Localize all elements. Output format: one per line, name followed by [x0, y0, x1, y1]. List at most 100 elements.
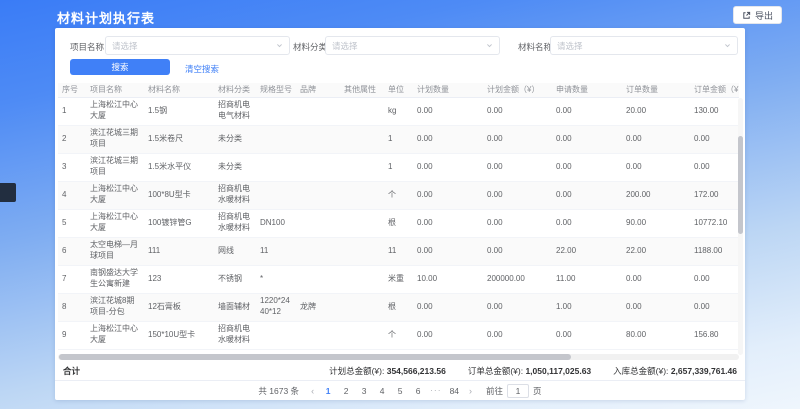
column-header: 订单数量	[622, 83, 690, 97]
table-cell: 上海松江中心大厦	[86, 321, 144, 349]
table-cell	[340, 321, 384, 349]
table-cell: DN100	[256, 209, 296, 237]
table-cell: 个	[384, 181, 413, 209]
column-header: 计划金额（¥）	[483, 83, 552, 97]
material-select[interactable]: 请选择	[550, 36, 738, 55]
page-jump-input[interactable]	[507, 384, 529, 398]
table-cell	[340, 265, 384, 293]
table-cell	[296, 237, 340, 265]
table-cell: 80.00	[622, 321, 690, 349]
export-button[interactable]: 导出	[733, 6, 782, 24]
page-number-1[interactable]: 1	[322, 385, 334, 397]
prev-page-icon[interactable]: ‹	[309, 386, 316, 396]
vertical-scrollbar-track[interactable]	[738, 98, 743, 355]
table-cell: 5	[58, 209, 86, 237]
table-cell: 0.00	[483, 209, 552, 237]
table-cell: 未分类	[214, 125, 256, 153]
table-cell	[256, 153, 296, 181]
table-cell: 1188.00	[690, 237, 739, 265]
page-number-5[interactable]: 5	[394, 385, 406, 397]
table-cell: 根	[384, 209, 413, 237]
order-total: 订单总金额(¥): 1,050,117,025.63	[468, 365, 591, 377]
table-cell: 8	[58, 293, 86, 321]
table-cell: 172.00	[690, 181, 739, 209]
summary-label: 合计	[63, 365, 80, 377]
table-cell: 不锈钢	[214, 265, 256, 293]
table-cell	[340, 153, 384, 181]
table-cell: 招商机电电气材料	[214, 97, 256, 125]
table-cell: 龙牌	[296, 293, 340, 321]
column-header: 材料分类	[214, 83, 256, 97]
table-cell	[340, 237, 384, 265]
inbound-total: 入库总金额(¥): 2,657,339,761.46	[613, 365, 737, 377]
filter-bar: 项目名称 请选择 材料分类 请选择 材料名称 请选择	[55, 36, 745, 56]
table-cell: 0.00	[552, 209, 622, 237]
jump-prefix-label: 前往	[486, 385, 503, 397]
category-select[interactable]: 请选择	[325, 36, 500, 55]
project-select[interactable]: 请选择	[105, 36, 290, 55]
page-ellipsis: ···	[430, 385, 442, 397]
table-row: 9上海松江中心大厦150*10U型卡招商机电水暖材料个0.000.000.008…	[58, 321, 739, 349]
column-header: 材料名称	[144, 83, 214, 97]
table-row: 1上海松江中心大厦1.5钢招商机电电气材料kg0.000.000.0020.00…	[58, 97, 739, 125]
table-cell	[296, 125, 340, 153]
clear-search-link[interactable]: 清空搜索	[185, 63, 219, 75]
table-row: 5上海松江中心大厦100镀锌管G招商机电水暖材料DN100根0.000.000.…	[58, 209, 739, 237]
page-number-2[interactable]: 2	[340, 385, 352, 397]
page-number-6[interactable]: 6	[412, 385, 424, 397]
table-cell	[296, 265, 340, 293]
table-cell: 11.00	[552, 265, 622, 293]
search-button[interactable]: 搜索	[70, 59, 170, 75]
table-cell: 6	[58, 237, 86, 265]
table-row: 7南钢盛达大学生公寓新建123不锈钢*米重10.00200000.0011.00…	[58, 265, 739, 293]
page-number-3[interactable]: 3	[358, 385, 370, 397]
vertical-scrollbar-thumb[interactable]	[738, 136, 743, 234]
table-cell: *	[256, 265, 296, 293]
table-cell: 0.00	[483, 97, 552, 125]
table-cell: 0.00	[413, 97, 483, 125]
table-cell: 0.00	[413, 181, 483, 209]
table-header-row: 序号项目名称材料名称材料分类规格型号品牌其他属性单位计划数量计划金额（¥）申请数…	[58, 83, 739, 97]
column-header: 计划数量	[413, 83, 483, 97]
chevron-down-icon	[724, 42, 731, 49]
table-cell: 111	[144, 237, 214, 265]
table-cell: 123	[144, 265, 214, 293]
page-numbers: 123456 ··· 84	[322, 385, 461, 397]
table-cell: 4	[58, 181, 86, 209]
page-jump: 前往 页	[486, 384, 542, 398]
next-page-icon[interactable]: ›	[467, 386, 474, 396]
table-cell: 上海松江中心大厦	[86, 181, 144, 209]
table-cell: 招商机电水暖材料	[214, 321, 256, 349]
table-cell	[296, 153, 340, 181]
table-cell: 滨江花城三期项目	[86, 153, 144, 181]
project-placeholder: 请选择	[112, 40, 138, 52]
material-filter-label: 材料名称	[518, 41, 552, 53]
chevron-down-icon	[276, 42, 283, 49]
table-cell: 10772.10	[690, 209, 739, 237]
table-cell: 上海松江中心大厦	[86, 97, 144, 125]
table-cell: 0.00	[483, 293, 552, 321]
table-row: 6太空电梯—月球项目111网线11110.000.0022.0022.00118…	[58, 237, 739, 265]
horizontal-scrollbar-track[interactable]	[58, 354, 739, 360]
table-cell: 90.00	[622, 209, 690, 237]
table-body: 1上海松江中心大厦1.5钢招商机电电气材料kg0.000.000.0020.00…	[58, 97, 739, 349]
table-cell: 滨江花城三期项目	[86, 125, 144, 153]
table-cell: 3	[58, 153, 86, 181]
table-cell: 南钢盛达大学生公寓新建	[86, 265, 144, 293]
table-cell: 10.00	[413, 265, 483, 293]
page-number-4[interactable]: 4	[376, 385, 388, 397]
material-placeholder: 请选择	[557, 40, 583, 52]
table-cell: 太空电梯—月球项目	[86, 237, 144, 265]
table-cell: 12石膏板	[144, 293, 214, 321]
horizontal-scrollbar-thumb[interactable]	[59, 354, 571, 360]
side-collapsed-tab[interactable]	[0, 183, 16, 202]
export-icon	[742, 11, 751, 20]
table-cell	[340, 97, 384, 125]
table-row: 4上海松江中心大厦100*8U型卡招商机电水暖材料个0.000.000.0020…	[58, 181, 739, 209]
table-cell: 130.00	[690, 97, 739, 125]
project-filter-label: 项目名称	[70, 41, 104, 53]
table-cell: 0.00	[552, 125, 622, 153]
page-number-84[interactable]: 84	[448, 385, 461, 397]
table-cell: 墙面辅材	[214, 293, 256, 321]
table-cell: 个	[384, 321, 413, 349]
